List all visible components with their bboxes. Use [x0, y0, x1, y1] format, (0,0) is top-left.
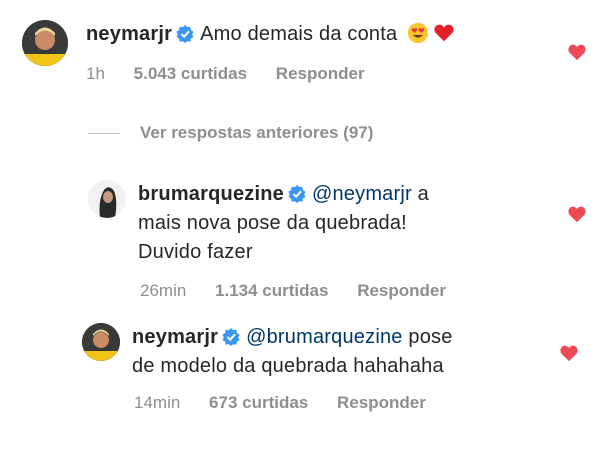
like-heart-icon[interactable] [559, 344, 579, 362]
comment-body: Amo demais da conta [200, 23, 398, 45]
avatar[interactable] [22, 20, 68, 66]
comment-neymarjr-1: neymarjr Amo demais da conta 1h 5.043 cur… [0, 0, 600, 100]
comment-body-line1: a [411, 183, 429, 205]
reply-button[interactable]: Responder [276, 64, 365, 83]
verified-badge-icon [176, 25, 194, 43]
like-heart-icon[interactable] [567, 43, 587, 61]
comment-body-line2: mais nova pose da quebrada! [138, 212, 407, 234]
timestamp: 26min [140, 281, 187, 300]
comment-brumarquezine: brumarquezine @neymarjr a mais nova pose … [0, 170, 600, 310]
comment-meta: 14min 673 curtidas Responder [134, 393, 450, 413]
view-previous-replies[interactable]: Ver respostas anteriores (97) [88, 123, 373, 143]
red-heart-emoji-icon [434, 24, 454, 42]
reply-button[interactable]: Responder [337, 393, 426, 412]
timestamp: 14min [134, 393, 181, 412]
likes-count[interactable]: 5.043 curtidas [134, 64, 247, 83]
comment-text: neymarjr Amo demais da conta [86, 20, 556, 49]
likes-count[interactable]: 1.134 curtidas [215, 281, 328, 300]
timestamp: 1h [86, 64, 105, 83]
comment-meta: 26min 1.134 curtidas Responder [140, 281, 470, 301]
verified-badge-icon [222, 328, 240, 346]
heart-eyes-emoji-icon [408, 22, 429, 44]
comment-text: brumarquezine @neymarjr a mais nova pose … [138, 180, 538, 267]
username[interactable]: brumarquezine [138, 183, 284, 205]
avatar[interactable] [88, 180, 126, 218]
username[interactable]: neymarjr [86, 23, 172, 45]
likes-count[interactable]: 673 curtidas [209, 393, 308, 412]
comment-text: neymarjr @brumarquezine pose de modelo da… [132, 323, 542, 381]
mention-link[interactable]: @neymarjr [312, 183, 412, 205]
comment-body-line2: de modelo da quebrada hahahaha [132, 355, 444, 377]
comment-neymarjr-2: neymarjr @brumarquezine pose de modelo da… [0, 315, 600, 425]
verified-badge-icon [288, 185, 306, 203]
username[interactable]: neymarjr [132, 326, 218, 348]
like-heart-icon[interactable] [567, 205, 587, 223]
view-previous-label[interactable]: Ver respostas anteriores (97) [140, 123, 373, 143]
comment-body-line1: pose [402, 326, 453, 348]
mention-link[interactable]: @brumarquezine [246, 326, 403, 348]
avatar[interactable] [82, 323, 120, 361]
divider-line [88, 132, 120, 134]
comment-body-line3: Duvido fazer [138, 241, 253, 263]
comment-meta: 1h 5.043 curtidas Responder [86, 64, 389, 84]
reply-button[interactable]: Responder [357, 281, 446, 300]
